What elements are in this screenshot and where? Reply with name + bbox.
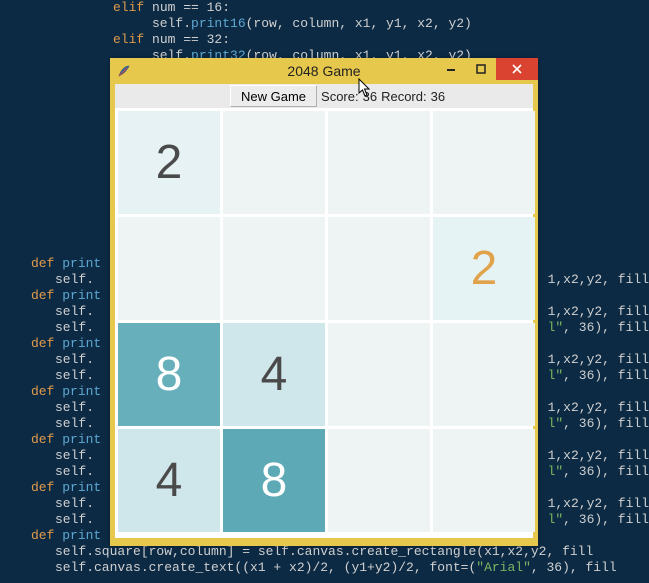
code-line: elif num == 16: [0,0,649,16]
empty-cell [328,111,430,214]
empty-cell [433,429,535,532]
tile-2: 2 [433,217,535,320]
tile-value: 8 [261,453,288,508]
empty-cell [118,217,220,320]
game-board[interactable]: 2 2 8 4 4 8 [115,108,533,538]
score-label: Score: [321,89,359,104]
code-line: self.canvas.create_text((x1 + x2)/2, (y1… [0,560,649,576]
tk-feather-icon [116,63,132,79]
maximize-button[interactable] [466,58,496,80]
empty-cell [328,429,430,532]
close-button[interactable] [496,58,538,80]
record-label: Record: [381,89,427,104]
minimize-button[interactable] [436,58,466,80]
code-line: self.print16(row, column, x1, y1, x2, y2… [0,16,649,32]
code-line: self.square[row,column] = self.canvas.cr… [0,544,649,560]
titlebar[interactable]: 2048 Game [110,58,538,84]
empty-cell [433,323,535,426]
tile-value: 4 [261,347,288,402]
tile-value: 8 [156,347,183,402]
empty-cell [328,217,430,320]
empty-cell [328,323,430,426]
tile-value: 4 [156,453,183,508]
code-line: elif num == 32: [0,32,649,48]
tile-value: 2 [156,135,183,190]
tile-8: 8 [118,323,220,426]
game-window: 2048 Game New Game Score: 36 Record: 36 … [110,58,538,546]
record-value: 36 [431,89,445,104]
game-toolbar: New Game Score: 36 Record: 36 [115,84,533,108]
window-controls [436,58,538,80]
empty-cell [433,111,535,214]
new-game-button[interactable]: New Game [230,85,317,107]
empty-cell [223,217,325,320]
tile-4: 4 [118,429,220,532]
tile-8: 8 [223,429,325,532]
tile-2: 2 [118,111,220,214]
tile-4: 4 [223,323,325,426]
empty-cell [223,111,325,214]
score-value: 36 [363,89,377,104]
tile-value: 2 [471,241,498,296]
